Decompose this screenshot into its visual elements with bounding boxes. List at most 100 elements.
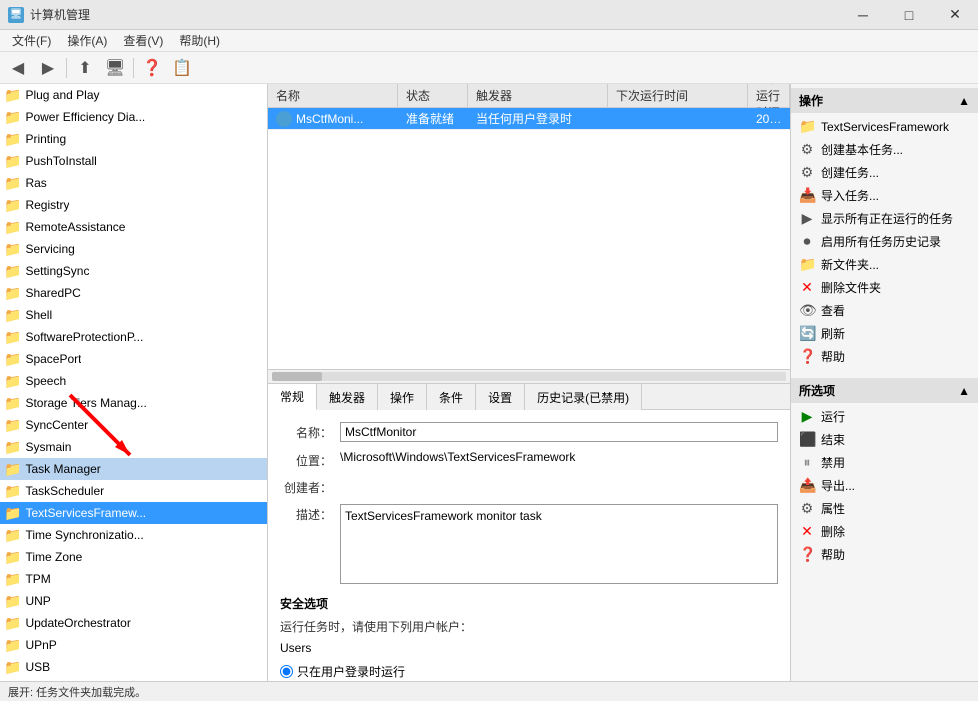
radio-logon-label: 只在用户登录时运行 (297, 663, 405, 680)
right-item-delete[interactable]: ✕ 删除 (791, 520, 978, 543)
show-hide-button[interactable]: 🖥 (101, 55, 129, 81)
maximize-button[interactable]: □ (886, 0, 932, 30)
sidebar-item-printing[interactable]: 📁 Printing (0, 128, 267, 150)
folder-icon: 📁 (4, 351, 21, 368)
right-item-help-actions[interactable]: ❓ 帮助 (791, 345, 978, 368)
back-button[interactable]: ◀ (4, 55, 32, 81)
cell-last-run: 2020/1/20 星期一 14:48:... (748, 110, 790, 127)
sidebar-item-settingsync[interactable]: 📁 SettingSync (0, 260, 267, 282)
up-button[interactable]: ⬆ (71, 55, 99, 81)
col-trigger[interactable]: 触发器 (468, 84, 608, 107)
right-item-label: 启用所有任务历史记录 (821, 233, 941, 250)
sidebar-item-sysmain[interactable]: 📁 Sysmain (0, 436, 267, 458)
folder-icon: 📁 (4, 483, 21, 500)
sidebar-item-textservices[interactable]: 📁 TextServicesFramew... (0, 502, 267, 524)
sidebar-item-speech[interactable]: 📁 Speech (0, 370, 267, 392)
sidebar-item-storagetiers[interactable]: 📁 Storage Tiers Manag... (0, 392, 267, 414)
right-item-help-selected[interactable]: ❓ 帮助 (791, 543, 978, 566)
right-item-import[interactable]: 📥 导入任务... (791, 184, 978, 207)
sidebar-item-taskmanager[interactable]: 📁 Task Manager (0, 458, 267, 480)
gear-icon: ⚙ (799, 141, 815, 158)
sidebar-item-shell[interactable]: 📁 Shell (0, 304, 267, 326)
radio-logon[interactable] (280, 665, 293, 678)
right-item-enable-history[interactable]: ⏺ 启用所有任务历史记录 (791, 230, 978, 253)
cell-trigger: 当任何用户登录时 (468, 110, 608, 127)
minimize-button[interactable]: ─ (840, 0, 886, 30)
col-name[interactable]: 名称 (268, 84, 398, 107)
sidebar-item-servicing[interactable]: 📁 Servicing (0, 238, 267, 260)
sidebar-item-synccenter[interactable]: 📁 SyncCenter (0, 414, 267, 436)
tab-triggers[interactable]: 触发器 (317, 384, 378, 410)
sidebar-item-remoteassistance[interactable]: 📁 RemoteAssistance (0, 216, 267, 238)
right-item-export[interactable]: 📤 导出... (791, 474, 978, 497)
folder-icon: 📁 (4, 439, 21, 456)
folder-icon: 📁 (4, 659, 21, 676)
sidebar-item-label: SharedPC (25, 286, 80, 300)
table-row[interactable]: MsCtfMoni... 准备就绪 当任何用户登录时 2020/1/20 星期一… (268, 108, 790, 130)
status-bar: 展开: 任务文件夹加载完成。 (0, 681, 978, 701)
name-input[interactable] (340, 422, 778, 442)
col-next-run[interactable]: 下次运行时间 (608, 84, 748, 107)
menu-help[interactable]: 帮助(H) (171, 30, 228, 51)
right-item-new-folder[interactable]: 📁 新文件夹... (791, 253, 978, 276)
tab-conditions[interactable]: 条件 (427, 384, 476, 410)
folder-icon: 📁 (799, 118, 815, 135)
sidebar-item-timezone[interactable]: 📁 Time Zone (0, 546, 267, 568)
sidebar-item-taskscheduler[interactable]: 📁 TaskScheduler (0, 480, 267, 502)
sidebar-item-timesync[interactable]: 📁 Time Synchronizatio... (0, 524, 267, 546)
sidebar-item-userprofileservice[interactable]: 📁 User Profile Service (0, 678, 267, 681)
right-item-refresh[interactable]: 🔄 刷新 (791, 322, 978, 345)
help-icon: ❓ (799, 546, 815, 563)
sidebar-item-label: Shell (25, 308, 52, 322)
cell-name: MsCtfMoni... (296, 112, 363, 126)
sidebar-item-ras[interactable]: 📁 Ras (0, 172, 267, 194)
menu-file[interactable]: 文件(F) (4, 30, 59, 51)
menu-action[interactable]: 操作(A) (59, 30, 115, 51)
sidebar-item-usb[interactable]: 📁 USB (0, 656, 267, 678)
selected-section-header[interactable]: 所选项 ▲ (791, 378, 978, 403)
col-last-run[interactable]: 上次运行时间 (748, 84, 790, 107)
actions-section-header[interactable]: 操作 ▲ (791, 88, 978, 113)
right-item-show-running[interactable]: ▶ 显示所有正在运行的任务 (791, 207, 978, 230)
radio-option-1[interactable]: 只在用户登录时运行 (280, 663, 778, 680)
desc-textarea[interactable]: TextServicesFramework monitor task (340, 504, 778, 584)
right-item-view[interactable]: 👁 查看 (791, 299, 978, 322)
sidebar-item-plug-and-play[interactable]: 📁 Plug and Play (0, 84, 267, 106)
folder-icon: 📁 (4, 373, 21, 390)
sidebar-item-power-efficiency[interactable]: 📁 Power Efficiency Dia... (0, 106, 267, 128)
tab-actions[interactable]: 操作 (378, 384, 427, 410)
tab-history[interactable]: 历史记录(已禁用) (525, 384, 642, 410)
close-button[interactable]: ✕ (932, 0, 978, 30)
right-item-delete-folder[interactable]: ✕ 删除文件夹 (791, 276, 978, 299)
sidebar-item-tpm[interactable]: 📁 TPM (0, 568, 267, 590)
forward-button[interactable]: ▶ (34, 55, 62, 81)
folder-icon: 📁 (4, 637, 21, 654)
right-item-run[interactable]: ▶ 运行 (791, 405, 978, 428)
sidebar-item-pushtointall[interactable]: 📁 PushToInstall (0, 150, 267, 172)
h-scrollbar-container[interactable] (268, 369, 790, 383)
right-item-end[interactable]: ⬛ 结束 (791, 428, 978, 451)
tab-general[interactable]: 常规 (268, 384, 317, 410)
sidebar-item-spaceport[interactable]: 📁 SpacePort (0, 348, 267, 370)
right-item-framework[interactable]: 📁 TextServicesFramework (791, 115, 978, 138)
right-item-create-task[interactable]: ⚙ 创建任务... (791, 161, 978, 184)
tab-settings[interactable]: 设置 (476, 384, 525, 410)
gear-icon: ⚙ (799, 164, 815, 181)
sidebar-item-registry[interactable]: 📁 Registry (0, 194, 267, 216)
col-status[interactable]: 状态 (398, 84, 468, 107)
sidebar-item-upnp[interactable]: 📁 UPnP (0, 634, 267, 656)
sidebar-item-updateorchestrator[interactable]: 📁 UpdateOrchestrator (0, 612, 267, 634)
menu-view[interactable]: 查看(V) (115, 30, 171, 51)
right-item-properties[interactable]: ⚙ 属性 (791, 497, 978, 520)
sidebar-item-sharedpc[interactable]: 📁 SharedPC (0, 282, 267, 304)
sidebar-item-unp[interactable]: 📁 UNP (0, 590, 267, 612)
help-button[interactable]: ❓ (138, 55, 166, 81)
right-item-disable[interactable]: ⏸ 禁用 (791, 451, 978, 474)
sidebar-item-softwareprotection[interactable]: 📁 SoftwareProtectionP... (0, 326, 267, 348)
folder-icon: 📁 (4, 681, 21, 682)
h-scrollbar-thumb[interactable] (272, 372, 322, 381)
properties-button[interactable]: 📋 (168, 55, 196, 81)
right-item-create-basic[interactable]: ⚙ 创建基本任务... (791, 138, 978, 161)
sidebar-item-label: Power Efficiency Dia... (25, 110, 145, 124)
sidebar-item-label: TPM (25, 572, 50, 586)
